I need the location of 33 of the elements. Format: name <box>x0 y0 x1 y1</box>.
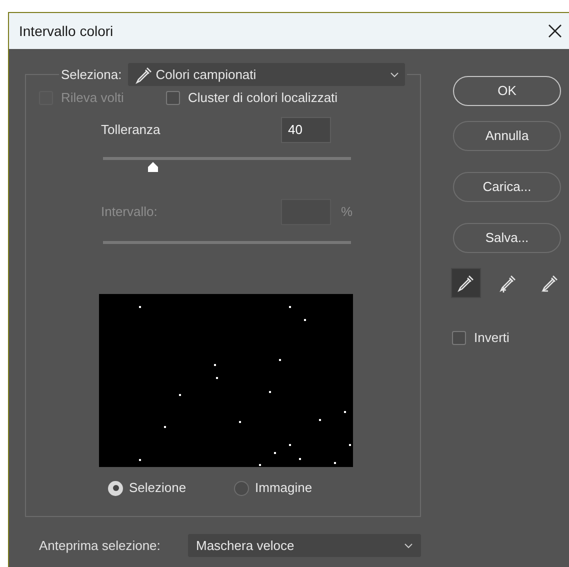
checkbox[interactable] <box>166 91 180 105</box>
close-icon[interactable] <box>547 23 563 39</box>
radio-button[interactable] <box>234 480 249 496</box>
eyedropper-icon <box>456 273 476 293</box>
chevron-down-icon <box>404 542 413 548</box>
preview-dropdown[interactable]: Maschera veloce <box>188 534 421 557</box>
checkbox-label: Inverti <box>474 329 510 347</box>
preview-label: Anteprima selezione: <box>39 536 162 555</box>
radio-label: Immagine <box>255 479 312 498</box>
chevron-down-icon <box>390 72 399 78</box>
slider-thumb[interactable] <box>146 162 159 172</box>
select-value: Colori campionati <box>156 66 258 84</box>
checkbox-label: Cluster di colori localizzati <box>188 89 338 108</box>
range-label: Intervallo: <box>101 203 158 222</box>
eyedropper-minus-icon <box>540 273 560 293</box>
preview-value: Maschera veloce <box>196 536 294 555</box>
radio-button[interactable] <box>108 480 123 496</box>
radio-label: Selezione <box>129 479 186 498</box>
eyedropper-button[interactable] <box>451 268 481 298</box>
window-title: Intervallo colori <box>19 22 114 40</box>
tolerance-label: Tolleranza <box>101 121 162 140</box>
checkbox-label: Rileva volti <box>61 89 124 108</box>
percent-unit: % <box>341 203 353 222</box>
dialog-button[interactable]: OK <box>453 76 561 106</box>
dialog-button[interactable]: Annulla <box>453 121 561 151</box>
select-label: Seleziona: <box>61 66 122 84</box>
eyedropper-icon <box>134 64 154 84</box>
dialog-button[interactable]: Carica... <box>453 172 561 202</box>
eyedropper-plus-icon <box>498 273 518 293</box>
tolerance-field[interactable]: 40 <box>281 117 331 143</box>
select-dropdown[interactable]: Colori campionati <box>128 63 405 86</box>
dialog-button[interactable]: Salva... <box>453 223 561 253</box>
checkbox[interactable] <box>452 330 466 345</box>
